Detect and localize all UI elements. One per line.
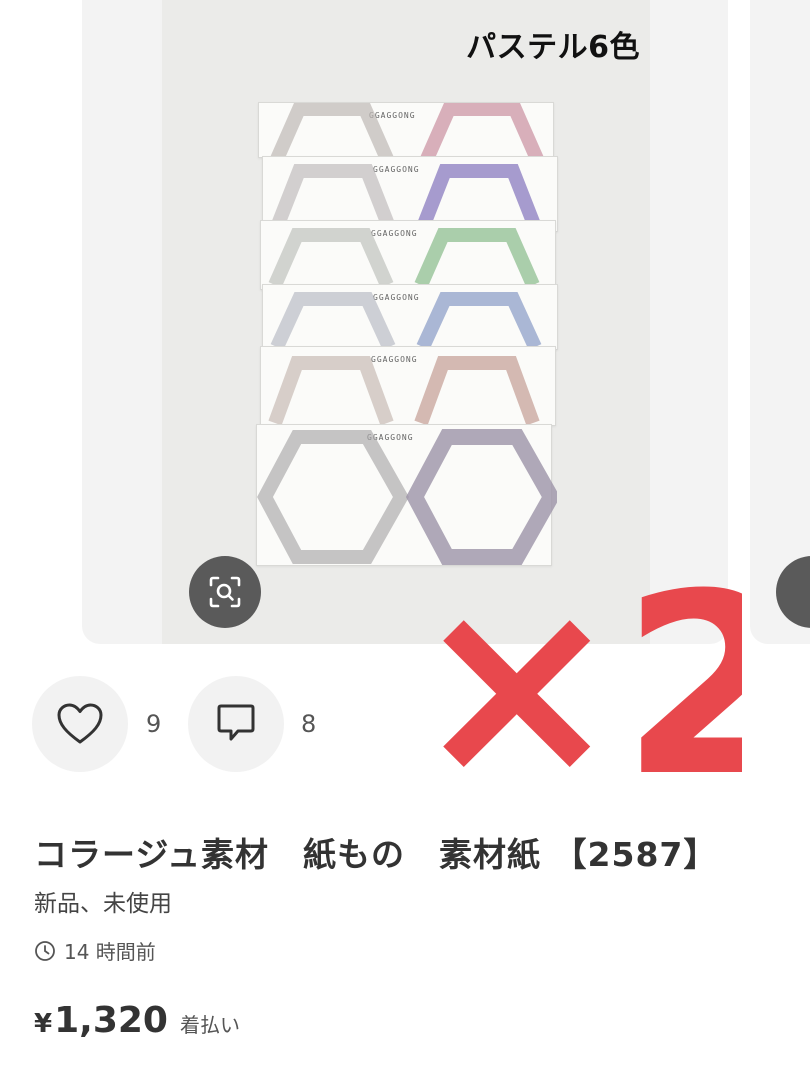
product-condition: 新品、未使用 xyxy=(34,891,172,917)
shipping-label: 着払い xyxy=(179,1013,240,1037)
price: 1,320 xyxy=(54,1000,168,1041)
comment-count: 8 xyxy=(301,710,317,738)
comment-icon xyxy=(217,704,255,741)
currency-symbol: ¥ xyxy=(34,1009,53,1039)
memo-sheet: GGAGGONG xyxy=(262,284,558,350)
photo-caption: パステル6色 xyxy=(466,30,640,65)
memo-sheet: GGAGGONG xyxy=(258,102,554,159)
like-count: 9 xyxy=(146,710,162,738)
overlay-text: ×2 xyxy=(412,560,742,790)
product-photo: パステル6色 GGAGGONG GGAGGONG GGAGGONG GGAGGO… xyxy=(162,0,728,644)
image-carousel[interactable]: パステル6色 GGAGGONG GGAGGONG GGAGGONG GGAGGO… xyxy=(0,0,810,790)
zoom-button[interactable] xyxy=(189,556,261,628)
like-button[interactable] xyxy=(32,676,128,772)
quantity-overlay: ×2 xyxy=(412,560,742,790)
product-image-slide[interactable]: パステル6色 GGAGGONG GGAGGONG GGAGGONG GGAGGO… xyxy=(82,0,728,644)
clock-icon xyxy=(35,940,55,961)
next-image-slide[interactable] xyxy=(750,0,810,644)
posted-time-text: 14 時間前 xyxy=(64,940,156,964)
memo-sheet: GGAGGONG xyxy=(260,220,556,290)
price-row: ¥ 1,320 着払い xyxy=(34,1000,240,1041)
comment-button[interactable] xyxy=(188,676,284,772)
posted-time: 14 時間前 xyxy=(34,936,156,965)
memo-sheet: GGAGGONG xyxy=(260,346,556,426)
heart-icon xyxy=(57,703,103,744)
memo-sheet: GGAGGONG xyxy=(256,424,557,566)
zoom-icon xyxy=(209,576,241,608)
product-title: コラージュ素材 紙もの 素材紙 【2587】 xyxy=(34,835,718,874)
